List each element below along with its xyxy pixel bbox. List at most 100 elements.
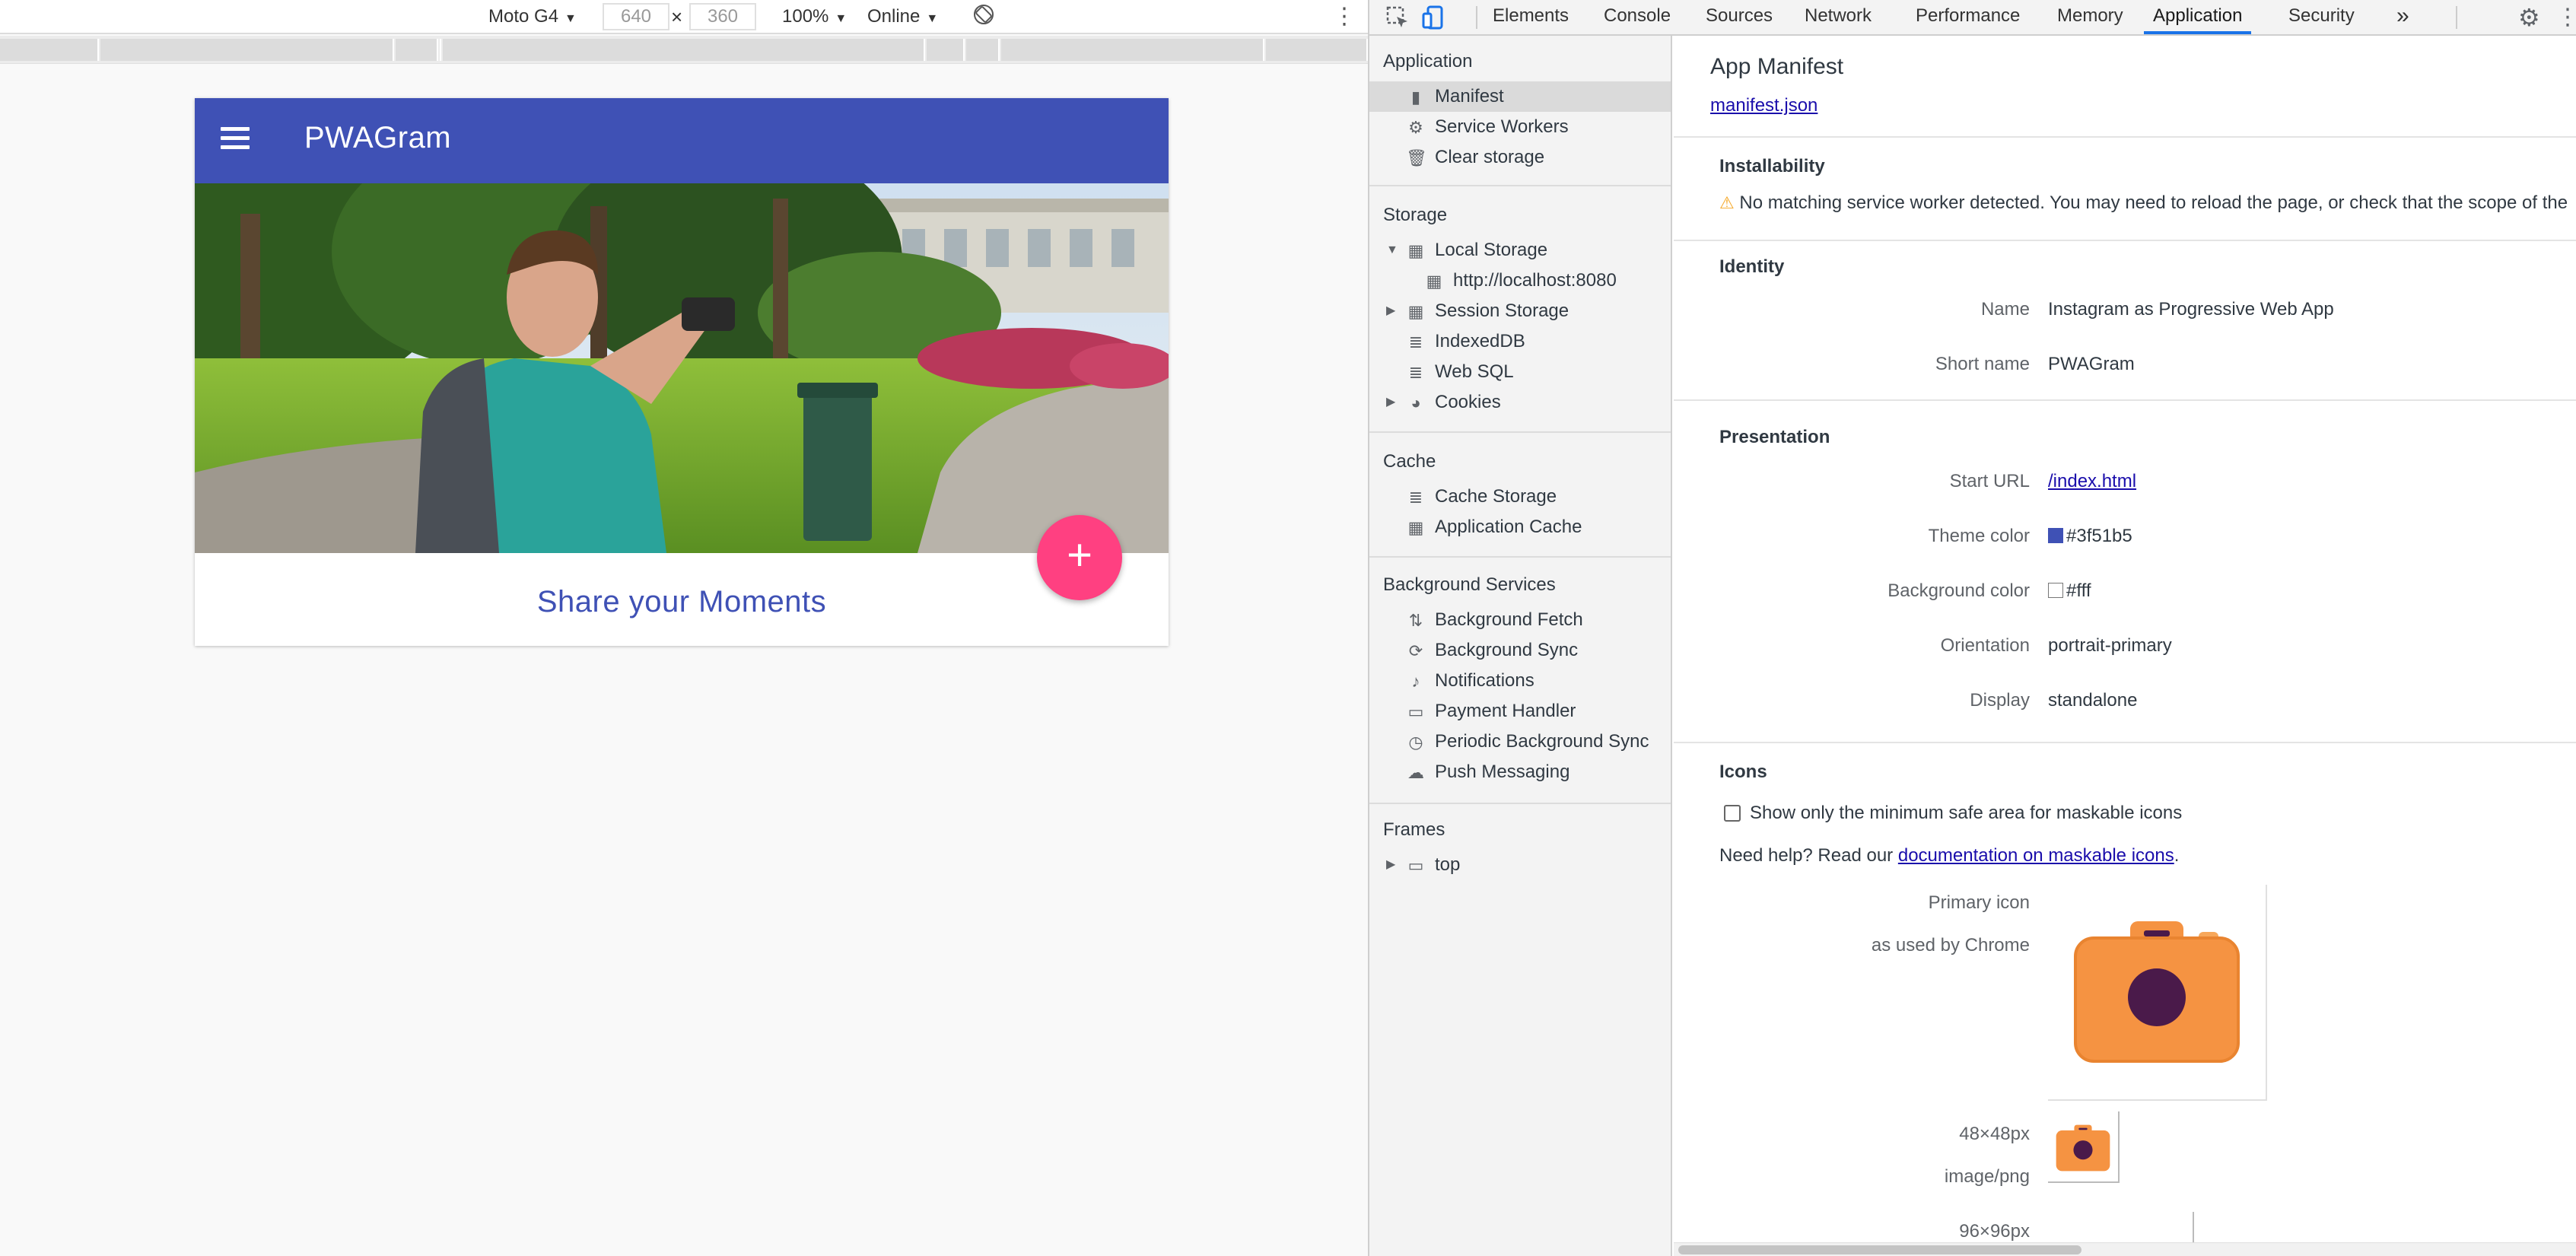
start-url-link[interactable]: /index.html bbox=[2048, 471, 2136, 492]
rotate-icon[interactable] bbox=[972, 3, 995, 29]
media-query-segment[interactable] bbox=[966, 39, 1000, 61]
tab-memory[interactable]: Memory bbox=[2057, 0, 2123, 34]
tab-performance[interactable]: Performance bbox=[1916, 0, 2020, 34]
more-tabs-icon[interactable]: » bbox=[2396, 0, 2409, 34]
settings-gear-icon[interactable]: ⚙ bbox=[2518, 5, 2544, 30]
background-color-swatch bbox=[2048, 583, 2063, 598]
section-divider bbox=[1674, 136, 2576, 138]
section-divider bbox=[1674, 742, 2576, 743]
device-toggle-icon[interactable] bbox=[1421, 5, 1447, 30]
more-options-icon[interactable]: ⋮ bbox=[2556, 5, 2576, 30]
sidebar-item-push-messaging[interactable]: ☁ Push Messaging bbox=[1369, 757, 1671, 787]
display-label: Display bbox=[1970, 690, 2030, 711]
more-options-icon[interactable]: ⋮ bbox=[1333, 4, 1356, 30]
tab-network[interactable]: Network bbox=[1805, 0, 1872, 34]
sidebar-item-service-workers[interactable]: ⚙ Service Workers bbox=[1369, 112, 1671, 142]
help-prefix: Need help? Read our bbox=[1719, 845, 1898, 866]
sidebar-item-periodic-background-sync[interactable]: ◷ Periodic Background Sync bbox=[1369, 727, 1671, 757]
throttle-select[interactable]: Online ▼ bbox=[867, 4, 938, 30]
sidebar-item-local-storage[interactable]: ▼ ▦ Local Storage bbox=[1369, 235, 1671, 266]
device-emulation-area: Moto G4 ▼ 640 × 360 100% ▼ Online ▼ ⋮ PWAGr… bbox=[0, 0, 1368, 1256]
hamburger-menu-icon[interactable] bbox=[221, 127, 250, 153]
media-query-segment[interactable] bbox=[0, 39, 99, 61]
sidebar-divider bbox=[1369, 431, 1671, 433]
theme-color-text: #3f51b5 bbox=[2066, 526, 2132, 546]
background-color-value: #fff bbox=[2048, 580, 2091, 602]
manifest-json-link[interactable]: manifest.json bbox=[1710, 95, 1818, 116]
collapsed-triangle-icon[interactable]: ▶ bbox=[1386, 296, 1395, 326]
tab-sources[interactable]: Sources bbox=[1706, 0, 1773, 34]
display-value: standalone bbox=[2048, 690, 2138, 711]
add-post-button[interactable]: + bbox=[1037, 515, 1122, 600]
media-query-segment[interactable] bbox=[396, 39, 438, 61]
media-query-segment[interactable] bbox=[1001, 39, 1264, 61]
device-select[interactable]: Moto G4 ▼ bbox=[488, 4, 577, 30]
background-color-text: #fff bbox=[2066, 580, 2091, 601]
sidebar-item-label: Payment Handler bbox=[1435, 701, 1576, 721]
maskable-checkbox-row[interactable]: Show only the minimum safe area for mask… bbox=[1724, 803, 2182, 824]
sidebar-item-label: IndexedDB bbox=[1435, 331, 1525, 351]
sidebar-section-background-services: Background Services bbox=[1383, 574, 1556, 595]
maskable-checkbox-label: Show only the minimum safe area for mask… bbox=[1750, 803, 2183, 823]
credit-card-icon: ▭ bbox=[1407, 702, 1424, 721]
sidebar-item-notifications[interactable]: ♪ Notifications bbox=[1369, 666, 1671, 696]
orientation-label: Orientation bbox=[1940, 635, 2030, 656]
tab-console[interactable]: Console bbox=[1604, 0, 1671, 34]
expanded-triangle-icon[interactable]: ▼ bbox=[1386, 235, 1398, 266]
name-value: Instagram as Progressive Web App bbox=[2048, 299, 2334, 320]
media-query-segment[interactable] bbox=[1266, 39, 1368, 61]
sidebar-item-web-sql[interactable]: ≣ Web SQL bbox=[1369, 357, 1671, 387]
sidebar-item-manifest[interactable]: ▮ Manifest bbox=[1369, 81, 1671, 112]
media-query-segment[interactable] bbox=[927, 39, 965, 61]
sidebar-item-clear-storage[interactable]: 🗑 Clear storage bbox=[1369, 142, 1671, 173]
sidebar-item-label: top bbox=[1435, 854, 1461, 875]
sidebar-item-application-cache[interactable]: ▦ Application Cache bbox=[1369, 512, 1671, 542]
sidebar-section-frames: Frames bbox=[1383, 819, 1445, 840]
media-query-segment[interactable] bbox=[100, 39, 394, 61]
document-icon: ▮ bbox=[1410, 87, 1421, 107]
identity-heading: Identity bbox=[1719, 256, 1785, 277]
scrollbar-thumb[interactable] bbox=[1678, 1245, 2081, 1254]
short-name-label: Short name bbox=[1935, 354, 2030, 374]
zoom-select[interactable]: 100% ▼ bbox=[782, 4, 847, 30]
width-input[interactable]: 640 bbox=[603, 3, 669, 30]
sidebar-item-localhost[interactable]: ▦ http://localhost:8080 bbox=[1369, 266, 1671, 296]
sidebar-item-session-storage[interactable]: ▶ ▦ Session Storage bbox=[1369, 296, 1671, 326]
tab-application[interactable]: Application bbox=[2144, 0, 2252, 34]
horizontal-scrollbar[interactable] bbox=[1674, 1242, 2576, 1256]
sidebar-item-cache-storage[interactable]: ≣ Cache Storage bbox=[1369, 482, 1671, 512]
help-suffix: . bbox=[2174, 845, 2180, 866]
icon1-type-label: image/png bbox=[1944, 1166, 2030, 1187]
sidebar-item-background-fetch[interactable]: ⇅ Background Fetch bbox=[1369, 605, 1671, 635]
sidebar-item-top-frame[interactable]: ▶ ▭ top bbox=[1369, 850, 1671, 880]
media-query-segment[interactable] bbox=[443, 39, 925, 61]
primary-icon-label: Primary icon bbox=[1928, 892, 2030, 913]
app-bar: PWAGram bbox=[195, 98, 1169, 183]
collapsed-triangle-icon[interactable]: ▶ bbox=[1386, 850, 1395, 880]
inspect-element-icon[interactable] bbox=[1385, 5, 1410, 30]
warning-icon: ⚠ bbox=[1719, 193, 1735, 212]
sidebar-item-payment-handler[interactable]: ▭ Payment Handler bbox=[1369, 696, 1671, 727]
sidebar-item-label: http://localhost:8080 bbox=[1453, 270, 1617, 291]
installability-warning: ⚠ No matching service worker detected. Y… bbox=[1719, 192, 2568, 214]
maskable-help-text: Need help? Read our documentation on mas… bbox=[1719, 845, 2179, 866]
tab-elements[interactable]: Elements bbox=[1493, 0, 1569, 34]
device-toolbar: Moto G4 ▼ 640 × 360 100% ▼ Online ▼ ⋮ bbox=[0, 0, 1368, 34]
maskable-checkbox[interactable] bbox=[1724, 805, 1741, 822]
maskable-docs-link[interactable]: documentation on maskable icons bbox=[1898, 845, 2174, 866]
sidebar-item-cookies[interactable]: ▶ ◕ Cookies bbox=[1369, 387, 1671, 418]
icon1-size-label: 48×48px bbox=[1959, 1124, 2030, 1144]
sidebar-item-indexeddb[interactable]: ≣ IndexedDB bbox=[1369, 326, 1671, 357]
camera-icon bbox=[2056, 1124, 2110, 1172]
tab-security[interactable]: Security bbox=[2288, 0, 2355, 34]
sidebar-item-background-sync[interactable]: ⟳ Background Sync bbox=[1369, 635, 1671, 666]
app-title: PWAGram bbox=[304, 121, 452, 154]
application-sidebar: Application ▮ Manifest ⚙ Service Workers… bbox=[1369, 36, 1672, 1256]
orientation-value: portrait-primary bbox=[2048, 635, 2172, 656]
media-query-divider bbox=[440, 39, 441, 61]
theme-color-swatch bbox=[2048, 528, 2063, 543]
collapsed-triangle-icon[interactable]: ▶ bbox=[1386, 387, 1395, 418]
devtools-panel: Elements Console Sources Network Perform… bbox=[1368, 0, 2576, 1256]
height-input[interactable]: 360 bbox=[689, 3, 756, 30]
background-color-label: Background color bbox=[1887, 580, 2030, 601]
